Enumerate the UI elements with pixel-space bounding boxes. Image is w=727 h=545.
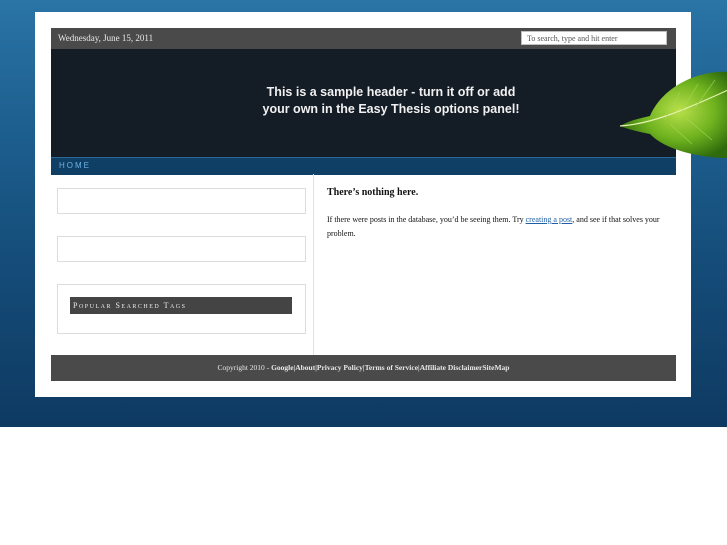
header-text: This is a sample header - turn it off or… <box>201 84 581 118</box>
site-header-banner: This is a sample header - turn it off or… <box>51 49 676 157</box>
widget-title-popular-tags: Popular Searched Tags <box>70 297 292 314</box>
main-content: There’s nothing here. If there were post… <box>327 187 667 241</box>
search-input[interactable] <box>521 31 667 45</box>
date-label: Wednesday, June 15, 2011 <box>58 33 154 43</box>
footer-links: Google|About|Privacy Policy|Terms of Ser… <box>271 363 510 372</box>
content-paragraph: If there were posts in the database, you… <box>327 213 667 241</box>
widget-title-label: Popular Searched Tags <box>73 301 187 310</box>
page-container: Wednesday, June 15, 2011 This is a sampl… <box>35 12 727 397</box>
footer-bar: Copyright 2010 - Google|About|Privacy Po… <box>51 355 676 381</box>
footer-link-sitemap[interactable]: SiteMap <box>482 363 509 372</box>
sidebar-widget-2 <box>57 236 306 262</box>
footer-copyright: Copyright 2010 - <box>217 363 272 372</box>
nav-home-link[interactable]: HOME <box>59 161 91 170</box>
sidebar-widget-tags: Popular Searched Tags <box>57 284 306 334</box>
footer-link-privacy-policy[interactable]: Privacy Policy <box>317 363 363 372</box>
header-text-line-2: your own in the Easy Thesis options pane… <box>262 102 520 116</box>
top-bar: Wednesday, June 15, 2011 <box>51 28 676 49</box>
sidebar: Popular Searched Tags <box>51 174 314 355</box>
creating-post-link[interactable]: creating a post <box>526 215 573 224</box>
nav-bar: HOME <box>51 157 676 175</box>
content-title: There’s nothing here. <box>327 187 419 198</box>
sidebar-widget-1 <box>57 188 306 214</box>
content-text-before: If there were posts in the database, you… <box>327 215 526 224</box>
footer-link-affiliate-disclaimer[interactable]: Affiliate Disclaimer <box>420 363 483 372</box>
footer-link-terms-of-service[interactable]: Terms of Service <box>365 363 418 372</box>
footer-link-google[interactable]: Google <box>271 363 294 372</box>
header-text-line-1: This is a sample header - turn it off or… <box>266 85 516 99</box>
green-leaf-icon <box>620 71 727 158</box>
footer-link-about[interactable]: About <box>295 363 315 372</box>
